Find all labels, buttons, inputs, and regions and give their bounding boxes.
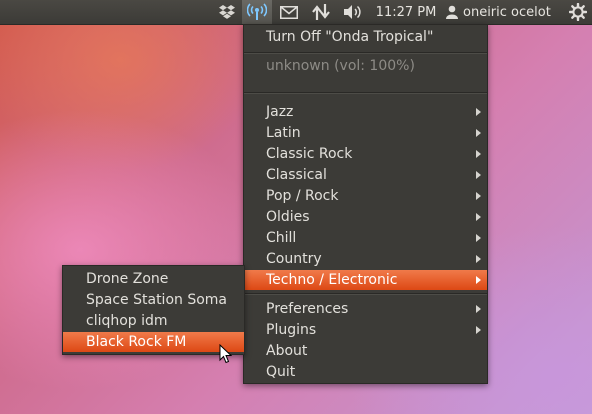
clock-text: 11:27 PM <box>375 4 437 20</box>
status-label: unknown (vol: 100%) <box>266 58 415 74</box>
station-item-cliqhop-idm[interactable]: cliqhop idm <box>63 311 244 331</box>
session-indicator[interactable] <box>566 0 590 24</box>
quit-item[interactable]: Quit <box>244 362 487 382</box>
station-label: Space Station Soma <box>86 292 228 308</box>
submenu-arrow-icon <box>476 192 481 200</box>
volume-indicator[interactable] <box>340 0 366 24</box>
submenu-arrow-icon <box>476 171 481 179</box>
preferences-label: Preferences <box>266 301 349 317</box>
genre-label: Classical <box>266 167 327 183</box>
top-panel: 11:27 PM oneiric ocelot <box>0 0 592 25</box>
network-arrows-icon <box>312 4 330 20</box>
genre-label: Techno / Electronic <box>266 272 398 288</box>
submenu-arrow-icon <box>476 305 481 313</box>
power-gear-icon <box>569 3 587 21</box>
turn-off-label: Turn Off "Onda Tropical" <box>266 29 434 45</box>
genre-item-classic-rock[interactable]: Classic Rock <box>244 144 487 164</box>
menu-separator <box>244 293 487 295</box>
station-label: Drone Zone <box>86 271 169 287</box>
genre-label: Latin <box>266 125 301 141</box>
plugins-item[interactable]: Plugins <box>244 320 487 340</box>
genre-label: Jazz <box>266 104 294 120</box>
genre-item-pop-rock[interactable]: Pop / Rock <box>244 186 487 206</box>
status-item: unknown (vol: 100%) <box>244 56 487 76</box>
about-label: About <box>266 343 308 359</box>
radio-tray-menu: Turn Off "Onda Tropical" unknown (vol: 1… <box>243 24 488 384</box>
station-label: cliqhop idm <box>86 313 168 329</box>
submenu-arrow-icon <box>476 276 481 284</box>
genre-label: Classic Rock <box>266 146 353 162</box>
mouse-pointer-icon <box>219 344 232 364</box>
radio-tray-antenna-icon <box>247 3 267 20</box>
submenu-arrow-icon <box>476 129 481 137</box>
menu-separator <box>244 52 487 54</box>
clock[interactable]: 11:27 PM <box>372 0 440 24</box>
genre-item-oldies[interactable]: Oldies <box>244 207 487 227</box>
turn-off-item[interactable]: Turn Off "Onda Tropical" <box>244 27 487 47</box>
station-item-space-station-soma[interactable]: Space Station Soma <box>63 290 244 310</box>
genre-item-country[interactable]: Country <box>244 249 487 269</box>
submenu-arrow-icon <box>476 213 481 221</box>
genre-label: Oldies <box>266 209 310 225</box>
submenu-arrow-icon <box>476 326 481 334</box>
genre-item-chill[interactable]: Chill <box>244 228 487 248</box>
genre-item-techno-electronic[interactable]: Techno / Electronic <box>244 270 487 290</box>
submenu-arrow-icon <box>476 108 481 116</box>
genre-item-latin[interactable]: Latin <box>244 123 487 143</box>
dropbox-icon <box>219 5 235 19</box>
user-name: oneiric ocelot <box>463 4 551 20</box>
radio-tray-indicator[interactable] <box>242 0 272 24</box>
station-submenu: Drone Zone Space Station Soma cliqhop id… <box>62 265 245 355</box>
dropbox-indicator[interactable] <box>214 0 240 24</box>
station-item-black-rock-fm[interactable]: Black Rock FM <box>63 332 244 352</box>
user-icon <box>446 5 458 19</box>
station-label: Black Rock FM <box>86 334 187 350</box>
genre-item-jazz[interactable]: Jazz <box>244 102 487 122</box>
genre-label: Chill <box>266 230 297 246</box>
genre-label: Pop / Rock <box>266 188 339 204</box>
submenu-arrow-icon <box>476 234 481 242</box>
network-indicator[interactable] <box>308 0 334 24</box>
plugins-label: Plugins <box>266 322 317 338</box>
submenu-arrow-icon <box>476 255 481 263</box>
about-item[interactable]: About <box>244 341 487 361</box>
user-menu[interactable]: oneiric ocelot <box>446 0 560 24</box>
station-item-drone-zone[interactable]: Drone Zone <box>63 269 244 289</box>
quit-label: Quit <box>266 364 296 380</box>
genre-item-classical[interactable]: Classical <box>244 165 487 185</box>
menu-separator <box>244 92 487 94</box>
mail-envelope-icon <box>280 5 298 19</box>
volume-speaker-icon <box>344 5 361 19</box>
genre-label: Country <box>266 251 322 267</box>
mail-indicator[interactable] <box>276 0 302 24</box>
preferences-item[interactable]: Preferences <box>244 299 487 319</box>
submenu-arrow-icon <box>476 150 481 158</box>
